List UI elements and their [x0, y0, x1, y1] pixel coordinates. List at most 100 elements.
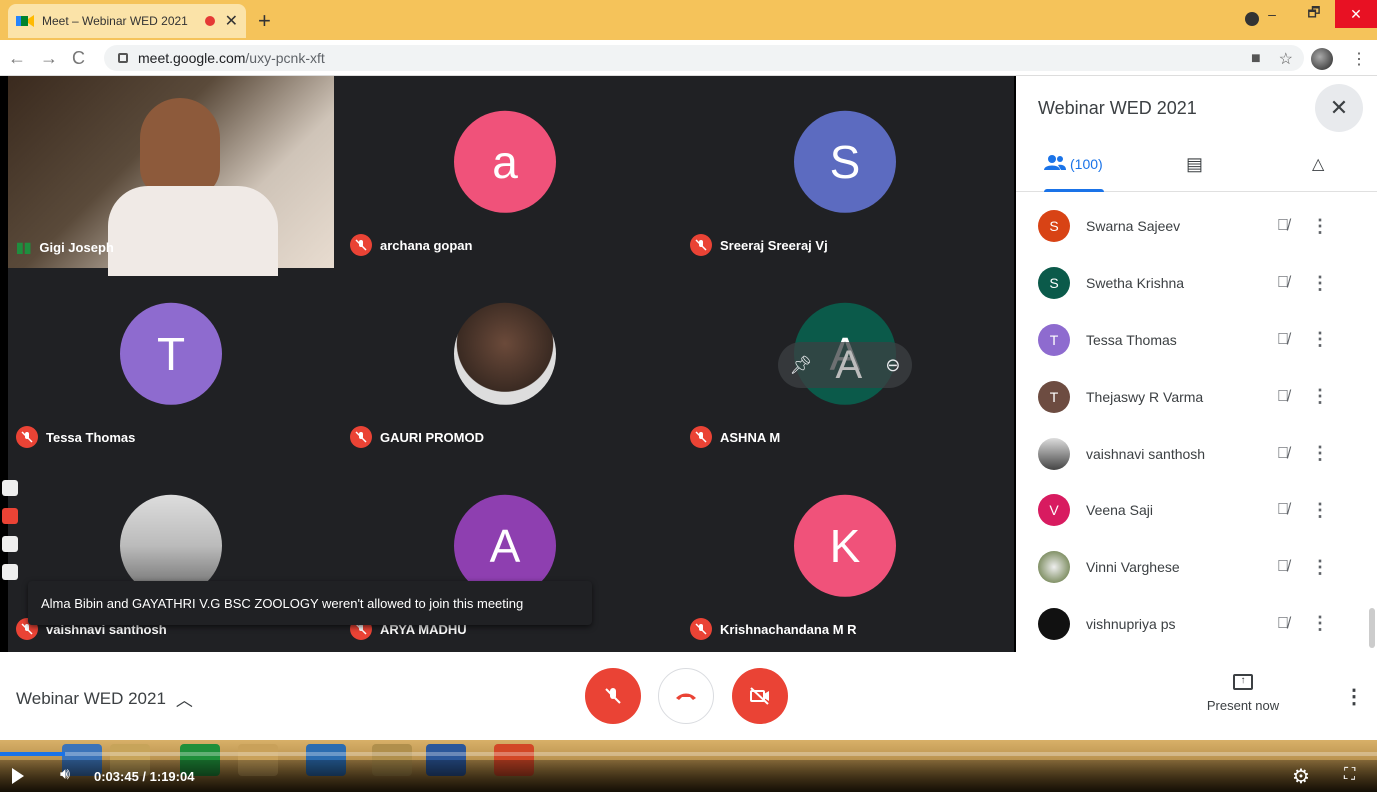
leave-call-button[interactable]	[658, 668, 714, 724]
tab-close-icon[interactable]: ✕	[225, 11, 238, 31]
tab-chat[interactable]: ▤	[1186, 154, 1203, 175]
url-input[interactable]: meet.google.com/uxy-pcnk-xft	[104, 45, 1304, 71]
list-item[interactable]: T Thejaswy R Varma 🎙̸ ⋮	[1016, 368, 1377, 425]
avatar: T	[1038, 323, 1070, 356]
list-item[interactable]: vaishnavi santhosh 🎙̸ ⋮	[1016, 425, 1377, 482]
play-icon[interactable]	[12, 768, 24, 784]
mic-off-icon	[690, 618, 712, 640]
gmail-icon[interactable]	[2, 508, 18, 524]
participant-tile[interactable]: ▮▮ Gigi Joseph	[8, 76, 334, 276]
avatar: K	[794, 494, 896, 597]
more-options-icon[interactable]: ⋮	[1311, 443, 1329, 464]
browser-menu-icon[interactable]: ⋮	[1351, 49, 1367, 69]
tile-hover-controls: 📌︎ A ⊖	[778, 342, 912, 388]
panel-scrollbar[interactable]	[1369, 608, 1375, 648]
remove-icon[interactable]: ⊖	[885, 355, 900, 376]
mic-off-icon: 🎙̸	[1277, 330, 1289, 348]
mic-off-icon: 🎙̸	[1277, 217, 1289, 235]
zoom-icon[interactable]: A	[836, 343, 863, 388]
more-options-icon[interactable]: ⋮	[1311, 500, 1329, 521]
recording-icon	[204, 16, 215, 26]
mic-off-icon: 🎙̸	[1277, 614, 1289, 632]
more-options-icon[interactable]: ⋮	[1311, 613, 1329, 634]
more-options-icon[interactable]: ⋮	[1311, 273, 1329, 294]
participant-name: archana gopan	[380, 237, 473, 253]
avatar: S	[1038, 210, 1070, 243]
camera-toggle-button[interactable]	[732, 668, 788, 724]
list-item[interactable]: S Swarna Sajeev 🎙̸ ⋮	[1016, 198, 1377, 255]
avatar: T	[1038, 380, 1070, 413]
participant-name: Swarna Sajeev	[1086, 218, 1181, 235]
participant-name: ASHNA M	[720, 429, 781, 445]
avatar-photo	[454, 302, 556, 405]
list-item[interactable]: T Tessa Thomas 🎙̸ ⋮	[1016, 312, 1377, 369]
chevron-up-icon: ︿	[175, 691, 193, 710]
avatar-photo	[1038, 607, 1070, 640]
list-item[interactable]: Vinni Varghese 🎙̸ ⋮	[1016, 539, 1377, 596]
browser-tab[interactable]: Meet – Webinar WED 2021 ✕	[8, 4, 246, 38]
more-options-icon[interactable]: ⋮	[1311, 216, 1329, 237]
meeting-name: Webinar WED 2021	[16, 688, 166, 708]
avatar: a	[454, 110, 556, 213]
participant-tile[interactable]: T Tessa Thomas	[8, 268, 334, 460]
camera-indicator-icon[interactable]: ■	[1251, 50, 1261, 68]
participant-tile[interactable]: GAURI PROMOD	[342, 268, 668, 460]
minimize-button[interactable]: –	[1251, 0, 1293, 28]
drive-icon[interactable]	[2, 536, 18, 552]
list-item[interactable]: V Veena Saji 🎙̸ ⋮	[1016, 482, 1377, 539]
tab-activities[interactable]: △	[1312, 154, 1324, 174]
participant-tile[interactable]: K Krishnachandana M R	[682, 460, 1008, 652]
new-tab-button[interactable]: +	[258, 8, 271, 34]
browser-titlebar: Meet – Webinar WED 2021 ✕ + – 🗗 ✕	[0, 0, 1377, 40]
participant-name: Thejaswy R Varma	[1086, 388, 1204, 405]
video-progress-bar[interactable]	[0, 752, 1377, 756]
present-label: Present now	[1206, 698, 1280, 713]
present-now-button[interactable]: ↑ Present now	[1196, 674, 1290, 713]
video-player-controls: 🔊︎ 0:03:45 / 1:19:04 ⚙ ⛶	[0, 760, 1377, 792]
more-options-icon[interactable]: ⋮	[1311, 329, 1329, 350]
more-options-icon[interactable]: ⋮	[1311, 557, 1329, 578]
avatar: S	[794, 110, 896, 213]
mic-toggle-button[interactable]	[585, 668, 641, 724]
forward-icon[interactable]: →	[40, 48, 58, 69]
restore-button[interactable]: 🗗	[1293, 0, 1335, 28]
tile-label: ASHNA M	[690, 426, 780, 448]
present-icon: ↑	[1233, 674, 1253, 690]
fullscreen-icon[interactable]: ⛶	[1344, 766, 1355, 784]
panel-close-button[interactable]: ✕	[1315, 84, 1363, 132]
gear-icon[interactable]: ⚙	[1292, 764, 1310, 789]
volume-icon[interactable]: 🔊︎	[60, 766, 70, 784]
tile-label: archana gopan	[350, 234, 472, 256]
meeting-controls-bar: Webinar WED 2021 ︿ ↑ Present now ⋮	[0, 652, 1377, 740]
chat-icon: ▤	[1186, 154, 1204, 174]
more-options-icon[interactable]: ⋮	[1344, 684, 1364, 709]
participant-name: Tessa Thomas	[1086, 331, 1177, 348]
mic-off-icon	[605, 688, 621, 704]
notification-toast: Alma Bibin and GAYATHRI V.G BSC ZOOLOGY …	[28, 581, 592, 625]
progress-fill	[0, 752, 65, 756]
window-close-button[interactable]: ✕	[1335, 0, 1377, 28]
tab-people[interactable]: (100)	[1044, 154, 1103, 173]
bookmark-star-icon[interactable]: ☆	[1279, 49, 1293, 69]
avatar: S	[1038, 267, 1070, 300]
people-count: (100)	[1070, 155, 1103, 172]
tile-label: Sreeraj Sreeraj Vj	[690, 234, 828, 256]
mic-off-icon	[350, 426, 372, 448]
camera-icon[interactable]	[2, 480, 18, 496]
tile-label: ▮▮ Gigi Joseph	[16, 239, 114, 256]
more-options-icon[interactable]: ⋮	[1311, 386, 1329, 407]
pin-icon[interactable]: 📌︎	[790, 355, 813, 376]
reload-icon[interactable]: C	[72, 48, 85, 69]
participant-name: Krishnachandana M R	[720, 621, 857, 637]
meeting-details-button[interactable]: Webinar WED 2021 ︿	[16, 686, 193, 711]
speaking-icon: ▮▮	[16, 239, 32, 255]
mic-off-icon	[350, 234, 372, 256]
list-item[interactable]: S Swetha Krishna 🎙̸ ⋮	[1016, 255, 1377, 312]
tile-label: Tessa Thomas	[16, 426, 135, 448]
back-icon[interactable]: ←	[8, 48, 26, 69]
list-item[interactable]: vishnupriya ps 🎙̸ ⋮	[1016, 596, 1377, 653]
user-avatar[interactable]	[1311, 48, 1333, 70]
participant-tile[interactable]: a archana gopan	[342, 76, 668, 268]
settings-icon[interactable]	[2, 564, 18, 580]
participant-tile[interactable]: S Sreeraj Sreeraj Vj	[682, 76, 1008, 268]
